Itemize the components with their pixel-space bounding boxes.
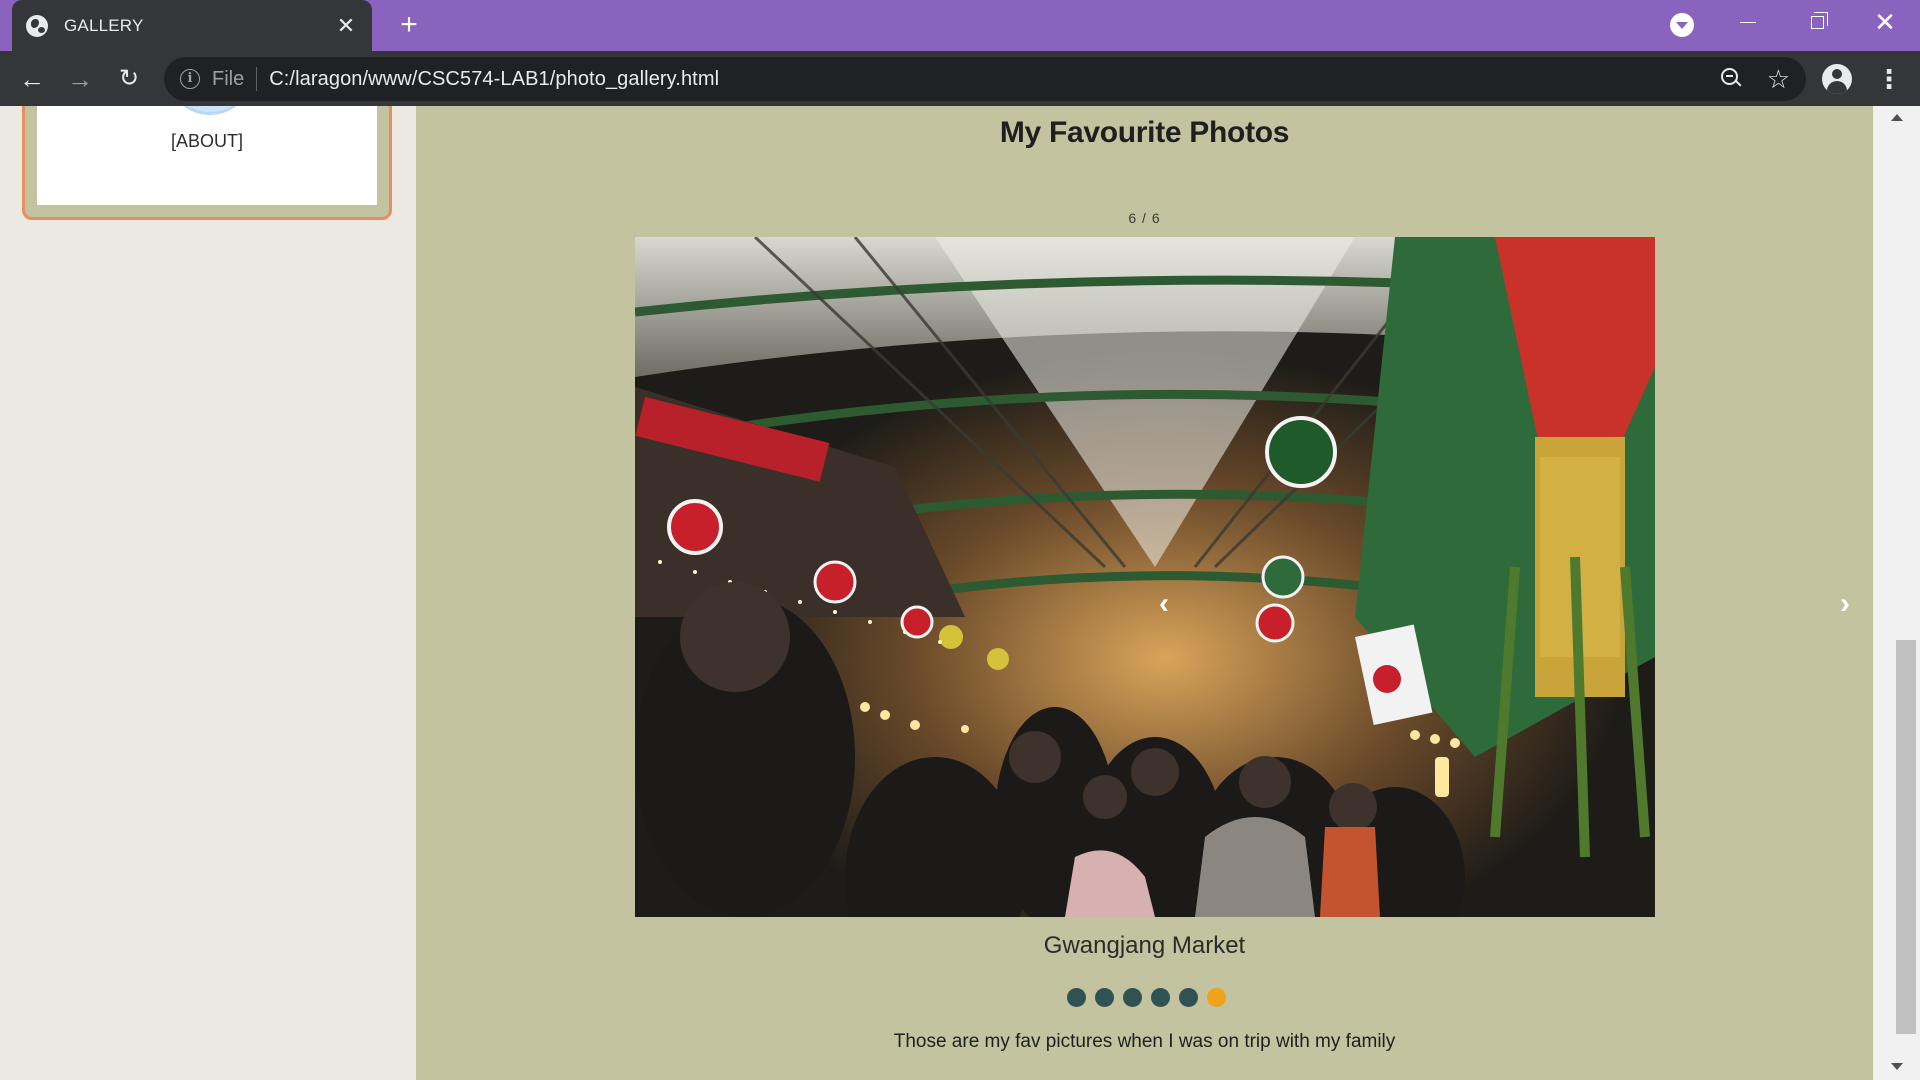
tab-strip: GALLERY ✕ + ✕ bbox=[0, 0, 1920, 51]
restore-icon bbox=[1810, 12, 1828, 30]
sidebar: [ABOUT] bbox=[0, 106, 416, 1080]
vertical-scrollbar[interactable] bbox=[1873, 106, 1920, 1080]
page-viewport: [ABOUT] My Favourite Photos 6 / 6 ‹ › Gw… bbox=[0, 106, 1920, 1080]
url-text[interactable]: C:/laragon/www/CSC574-LAB1/photo_gallery… bbox=[269, 68, 1718, 91]
back-button[interactable]: ← bbox=[15, 62, 49, 96]
new-tab-button[interactable]: + bbox=[392, 8, 426, 42]
gallery-description: Those are my fav pictures when I was on … bbox=[893, 1031, 1396, 1052]
about-card-inner: [ABOUT] bbox=[37, 106, 377, 205]
slide-dot-6[interactable] bbox=[1207, 988, 1226, 1007]
market-photo bbox=[635, 237, 1655, 917]
browser-menu-icon[interactable]: ⋮ bbox=[1876, 62, 1902, 96]
slide-dot-2[interactable] bbox=[1095, 988, 1114, 1007]
omnibox-divider bbox=[256, 67, 258, 91]
window-close-button[interactable]: ✕ bbox=[1865, 6, 1905, 38]
globe-icon bbox=[26, 14, 48, 37]
about-card: [ABOUT] bbox=[22, 106, 392, 220]
slide-caption: Gwangjang Market bbox=[1043, 932, 1246, 959]
restore-button[interactable] bbox=[1797, 6, 1837, 38]
forward-button[interactable]: → bbox=[63, 62, 97, 96]
slide-counter: 6 / 6 bbox=[1128, 210, 1161, 226]
profile-avatar-icon[interactable] bbox=[1822, 64, 1852, 94]
browser-tab[interactable]: GALLERY ✕ bbox=[12, 0, 372, 51]
next-slide-button[interactable]: › bbox=[1840, 587, 1850, 621]
slide-dot-5[interactable] bbox=[1179, 988, 1198, 1007]
about-link[interactable]: [ABOUT] bbox=[37, 131, 377, 152]
file-label: File bbox=[212, 67, 245, 90]
slide-photo bbox=[635, 237, 1655, 917]
tab-search-dropdown-icon[interactable] bbox=[1670, 13, 1694, 37]
address-bar[interactable]: i File C:/laragon/www/CSC574-LAB1/photo_… bbox=[164, 57, 1806, 101]
minimize-icon bbox=[1740, 22, 1756, 24]
scroll-down-arrow-icon[interactable] bbox=[1891, 1063, 1903, 1070]
slide-dot-4[interactable] bbox=[1151, 988, 1170, 1007]
bookmark-star-icon[interactable]: ☆ bbox=[1767, 66, 1790, 92]
tab-title: GALLERY bbox=[64, 15, 144, 35]
minimize-button[interactable] bbox=[1728, 6, 1768, 38]
gallery-main: My Favourite Photos 6 / 6 ‹ › Gwangjang … bbox=[416, 106, 1873, 1080]
tab-close-icon[interactable]: ✕ bbox=[334, 13, 358, 39]
browser-toolbar: ← → ↻ i File C:/laragon/www/CSC574-LAB1/… bbox=[0, 51, 1920, 106]
slide-dots bbox=[416, 988, 1873, 1007]
previous-slide-button[interactable]: ‹ bbox=[1159, 587, 1169, 621]
avatar bbox=[167, 106, 253, 115]
info-icon[interactable]: i bbox=[180, 69, 200, 89]
scrollbar-thumb[interactable] bbox=[1896, 640, 1916, 1034]
page-title: My Favourite Photos bbox=[999, 116, 1290, 149]
slide-dot-1[interactable] bbox=[1067, 988, 1086, 1007]
scroll-up-arrow-icon[interactable] bbox=[1891, 114, 1903, 121]
zoom-out-icon[interactable] bbox=[1719, 66, 1745, 92]
slide-dot-3[interactable] bbox=[1123, 988, 1142, 1007]
reload-button[interactable]: ↻ bbox=[112, 62, 146, 96]
